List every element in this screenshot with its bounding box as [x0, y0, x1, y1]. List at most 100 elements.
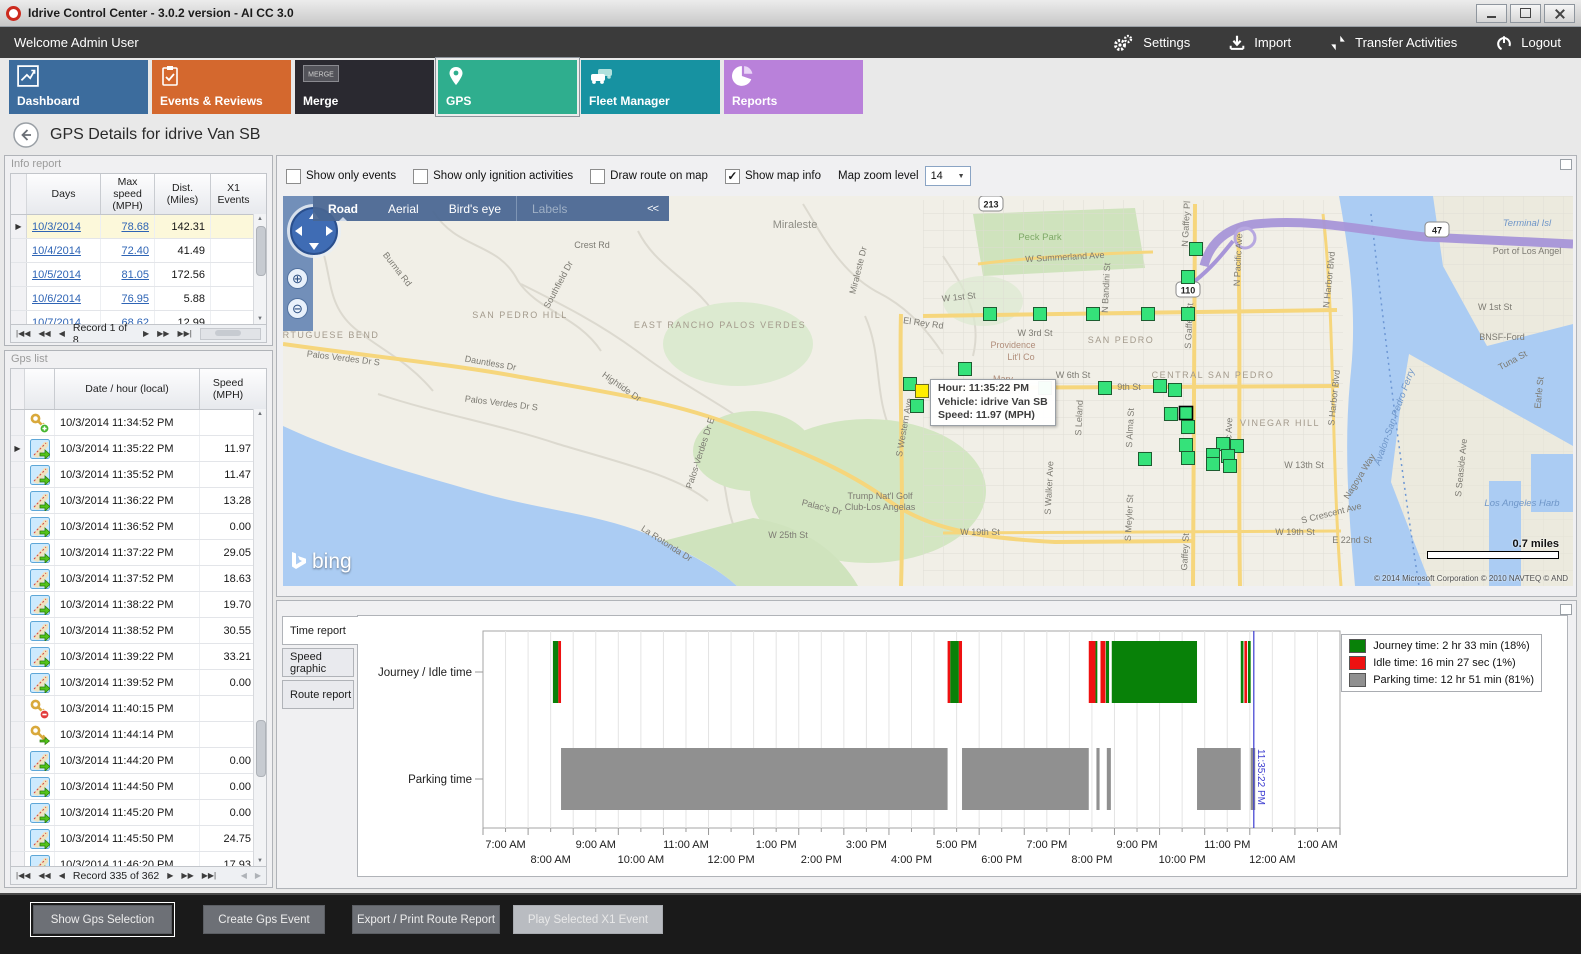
map-mode-bird-s-eye[interactable]: Bird's eye [434, 196, 516, 221]
checkbox-draw-route-on-map[interactable]: Draw route on map [590, 169, 708, 184]
info-report-row[interactable]: 10/5/201481.05172.56 [11, 263, 266, 287]
gps-list-row[interactable]: 10/3/2014 11:40:15 PM [11, 696, 266, 722]
max-speed-link[interactable]: 72.40 [121, 245, 149, 257]
gps-list-row[interactable]: 10/3/2014 11:36:52 PM0.00 [11, 514, 266, 540]
gps-list-row[interactable]: 10/3/2014 11:45:20 PM0.00 [11, 800, 266, 826]
tile-merge[interactable]: MERGE Merge [295, 60, 434, 114]
gps-point-marker[interactable] [1207, 458, 1220, 471]
tile-events-reviews[interactable]: Events & Reviews [152, 60, 291, 114]
idle-bar[interactable] [1089, 641, 1096, 703]
next-page-icon[interactable]: ▶ [167, 871, 173, 880]
gps-list-row[interactable]: 10/3/2014 11:45:50 PM24.75 [11, 826, 266, 852]
gps-point-marker-selected-origin[interactable] [916, 385, 929, 398]
column-header-speed[interactable]: Speed (MPH) [200, 369, 256, 409]
prev-fast-icon[interactable]: ◀◀ [38, 329, 50, 338]
tab-speed-graphic[interactable]: Speed graphic [282, 648, 354, 677]
idle-bar[interactable] [948, 641, 951, 703]
map-zoom-in-button[interactable]: ⊕ [287, 268, 308, 289]
transfer-activities-button[interactable]: Transfer Activities [1329, 33, 1457, 53]
parking-bar[interactable] [1096, 748, 1099, 810]
tab-time-report[interactable]: Time report [282, 616, 358, 645]
maximize-button[interactable] [1510, 4, 1541, 23]
first-page-icon[interactable]: |◀◀ [16, 871, 30, 880]
last-page-icon[interactable]: ▶▶| [177, 329, 191, 338]
back-button[interactable] [13, 122, 39, 148]
info-report-row[interactable]: ▶10/3/201478.68142.31 [11, 215, 266, 239]
export-print-route-report-button[interactable]: Export / Print Route Report [352, 905, 500, 934]
idle-bar[interactable] [1244, 641, 1247, 703]
logout-button[interactable]: Logout [1495, 33, 1561, 53]
max-speed-link[interactable]: 78.68 [121, 221, 149, 233]
info-report-vscrollbar[interactable]: ▲ ▼ [253, 214, 266, 324]
checkbox-show-only-events[interactable]: Show only events [286, 169, 396, 184]
gps-list-row[interactable]: 10/3/2014 11:44:50 PM0.00 [11, 774, 266, 800]
show-gps-selection-button[interactable]: Show Gps Selection [33, 905, 172, 934]
gps-list-row[interactable]: 10/3/2014 11:38:52 PM30.55 [11, 618, 266, 644]
map-bar-collapse-button[interactable]: << [647, 203, 669, 215]
gps-point-marker[interactable] [1182, 308, 1195, 321]
last-page-icon[interactable]: ▶▶| [202, 871, 216, 880]
gps-list-row[interactable]: 10/3/2014 11:36:22 PM13.28 [11, 488, 266, 514]
panel-collapse-icon[interactable] [1560, 604, 1572, 615]
panel-collapse-icon[interactable] [1560, 159, 1572, 170]
gps-point-marker[interactable] [1099, 382, 1112, 395]
hscroll-right-icon[interactable]: ▶ [255, 871, 261, 880]
map-zoom-select[interactable]: 14 ▼ [925, 166, 971, 186]
column-header-x1-events[interactable]: X1 Events [211, 174, 256, 214]
tab-route-report[interactable]: Route report [282, 680, 354, 709]
gps-point-marker[interactable] [1182, 271, 1195, 284]
gps-point-marker[interactable] [1180, 439, 1193, 452]
gps-point-marker[interactable] [959, 363, 972, 376]
prev-page-icon[interactable]: ◀ [59, 329, 65, 338]
journey-bar[interactable] [1112, 641, 1197, 703]
day-link[interactable]: 10/3/2014 [32, 221, 81, 233]
day-link[interactable]: 10/6/2014 [32, 293, 81, 305]
idle-bar[interactable] [1100, 641, 1105, 703]
column-header-days[interactable]: Days [27, 174, 101, 214]
idle-bar[interactable] [558, 641, 561, 703]
gps-point-marker[interactable] [1182, 452, 1195, 465]
checkbox-show-map-info[interactable]: ✓Show map info [725, 169, 821, 184]
day-link[interactable]: 10/5/2014 [32, 269, 81, 281]
gps-list-row[interactable]: 10/3/2014 11:37:22 PM29.05 [11, 540, 266, 566]
gps-list-row[interactable]: 10/3/2014 11:38:22 PM19.70 [11, 592, 266, 618]
max-speed-link[interactable]: 81.05 [121, 269, 149, 281]
gps-point-marker[interactable] [1142, 308, 1155, 321]
column-header-dist[interactable]: Dist. (Miles) [155, 174, 211, 214]
gps-point-marker[interactable] [1139, 453, 1152, 466]
gps-point-marker[interactable] [1169, 384, 1182, 397]
map-zoom-out-button[interactable]: ⊖ [287, 298, 308, 319]
gps-list-vscrollbar[interactable]: ▲ ▼ [253, 409, 266, 866]
day-link[interactable]: 10/4/2014 [32, 245, 81, 257]
column-header-datetime[interactable]: Date / hour (local) [55, 369, 200, 409]
journey-bar[interactable] [950, 641, 959, 703]
gps-list-row[interactable]: 10/3/2014 11:37:52 PM18.63 [11, 566, 266, 592]
gps-list-row[interactable]: 10/3/2014 11:44:14 PM [11, 722, 266, 748]
journey-bar[interactable] [1248, 641, 1251, 703]
column-header-max-speed[interactable]: Max speed (MPH) [101, 174, 155, 214]
prev-page-icon[interactable]: ◀ [59, 871, 65, 880]
first-page-icon[interactable]: |◀◀ [16, 329, 30, 338]
gps-point-marker[interactable] [911, 400, 924, 413]
parking-bar[interactable] [1107, 748, 1111, 810]
gps-point-marker[interactable] [1224, 460, 1237, 473]
parking-bar[interactable] [962, 748, 1089, 810]
gps-list-row[interactable]: 10/3/2014 11:34:52 PM [11, 410, 266, 436]
gps-point-marker[interactable] [1182, 421, 1195, 434]
journey-bar[interactable] [1106, 641, 1109, 703]
gps-point-marker[interactable] [904, 378, 917, 391]
parking-bar[interactable] [1197, 748, 1241, 810]
checkbox-show-only-ignition-activities[interactable]: Show only ignition activities [413, 169, 573, 184]
journey-bar[interactable] [553, 641, 558, 703]
next-page-icon[interactable]: ▶ [143, 329, 149, 338]
import-button[interactable]: Import [1228, 33, 1291, 53]
info-report-hscrollbar[interactable] [200, 328, 261, 340]
tile-reports[interactable]: Reports [724, 60, 863, 114]
map-mode-road[interactable]: Road [313, 196, 373, 221]
journey-bar[interactable] [1241, 641, 1244, 703]
info-report-row[interactable]: 10/6/201476.955.88 [11, 287, 266, 311]
gps-list-row[interactable]: 10/3/2014 11:35:52 PM11.47 [11, 462, 266, 488]
gps-point-marker[interactable] [1165, 408, 1178, 421]
tile-dashboard[interactable]: Dashboard [9, 60, 148, 114]
gps-list-row[interactable]: 10/3/2014 11:39:52 PM0.00 [11, 670, 266, 696]
